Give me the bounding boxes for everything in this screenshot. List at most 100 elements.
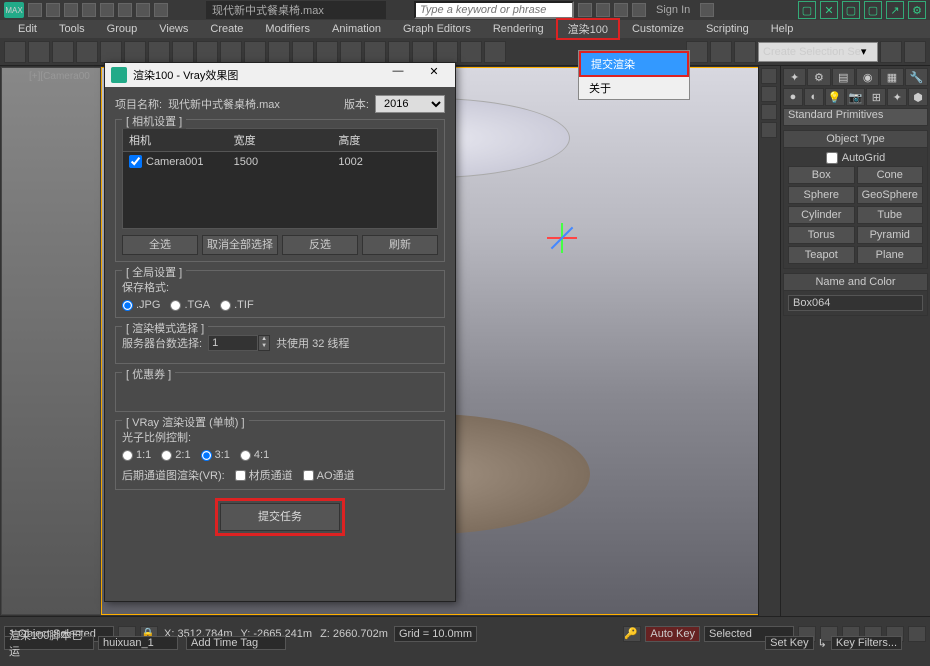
subcat-icon[interactable]: ✦ xyxy=(887,88,907,106)
workspace-icon[interactable]: ▢ xyxy=(798,1,816,19)
menu-grapheditors[interactable]: Graph Editors xyxy=(393,22,481,36)
camera-row[interactable]: Camera001 1500 1002 xyxy=(123,152,437,171)
tool-button[interactable] xyxy=(388,41,410,63)
key-filters[interactable]: Key Filters... xyxy=(831,636,902,650)
toolbar-icon[interactable] xyxy=(700,3,714,17)
dropdown-about[interactable]: 关于 xyxy=(579,77,689,99)
tool-button[interactable] xyxy=(52,41,74,63)
tool-button[interactable] xyxy=(4,41,26,63)
menu-render100[interactable]: 渲染100 xyxy=(556,18,620,40)
select-all-button[interactable]: 全选 xyxy=(122,235,198,255)
key-icon[interactable]: 🔑 xyxy=(623,626,641,642)
mat-channel-checkbox[interactable] xyxy=(235,470,246,481)
cmd-tab-display[interactable]: ▦ xyxy=(880,68,903,86)
setkey-button[interactable]: Set Key xyxy=(765,636,814,650)
menu-group[interactable]: Group xyxy=(97,22,148,36)
autokey-button[interactable]: Auto Key xyxy=(645,626,700,642)
toolbar-icon[interactable] xyxy=(578,3,592,17)
tool-button[interactable] xyxy=(148,41,170,63)
obj-plane[interactable]: Plane xyxy=(857,246,924,264)
tool-button[interactable] xyxy=(412,41,434,63)
side-icon[interactable] xyxy=(761,86,777,102)
tool-button[interactable] xyxy=(710,41,732,63)
tool-button[interactable] xyxy=(28,41,50,63)
deselect-all-button[interactable]: 取消全部选择 xyxy=(202,235,278,255)
tool-button[interactable] xyxy=(880,41,902,63)
autogrid-checkbox[interactable] xyxy=(826,152,838,164)
workspace-icon[interactable]: ✕ xyxy=(820,1,838,19)
subcat-icon[interactable]: 📷 xyxy=(846,88,866,106)
subcat-icon[interactable]: ⊞ xyxy=(866,88,886,106)
maxscript-input[interactable]: huixuan_1 xyxy=(98,636,178,650)
version-select[interactable]: 2016 xyxy=(375,95,445,113)
tool-button[interactable] xyxy=(268,41,290,63)
rollout-header[interactable]: Object Type xyxy=(784,131,927,148)
cmd-tab-modify[interactable]: ⚙ xyxy=(807,68,830,86)
tool-button[interactable] xyxy=(340,41,362,63)
menu-customize[interactable]: Customize xyxy=(622,22,694,36)
subcat-icon[interactable]: ⬢ xyxy=(908,88,928,106)
tool-button[interactable] xyxy=(124,41,146,63)
tool-button[interactable] xyxy=(734,41,756,63)
workspace-icon[interactable]: ⚙ xyxy=(908,1,926,19)
rollout-header[interactable]: Name and Color xyxy=(784,274,927,291)
cmd-tab-hierarchy[interactable]: ▤ xyxy=(832,68,855,86)
menu-views[interactable]: Views xyxy=(149,22,198,36)
toolbar-icon[interactable] xyxy=(154,3,168,17)
time-tag[interactable]: Add Time Tag xyxy=(186,636,286,650)
tool-button[interactable] xyxy=(100,41,122,63)
tool-button[interactable] xyxy=(436,41,458,63)
selection-set-combo[interactable]: Create Selection Se ▾ xyxy=(758,42,878,62)
sign-in-link[interactable]: Sign In xyxy=(650,4,696,16)
tool-button[interactable] xyxy=(460,41,482,63)
cmd-tab-motion[interactable]: ◉ xyxy=(856,68,879,86)
menu-rendering[interactable]: Rendering xyxy=(483,22,554,36)
obj-cylinder[interactable]: Cylinder xyxy=(788,206,855,224)
fmt-jpg-radio[interactable] xyxy=(122,300,133,311)
tool-button[interactable] xyxy=(364,41,386,63)
obj-box[interactable]: Box xyxy=(788,166,855,184)
fmt-tga-radio[interactable] xyxy=(170,300,181,311)
menu-animation[interactable]: Animation xyxy=(322,22,391,36)
tool-button[interactable] xyxy=(76,41,98,63)
tool-button[interactable] xyxy=(196,41,218,63)
side-icon[interactable] xyxy=(761,122,777,138)
menu-tools[interactable]: Tools xyxy=(49,22,95,36)
toolbar-icon[interactable] xyxy=(614,3,628,17)
key-icon[interactable]: ↳ xyxy=(818,637,827,650)
menu-create[interactable]: Create xyxy=(200,22,253,36)
toolbar-icon[interactable] xyxy=(82,3,96,17)
search-input[interactable] xyxy=(414,1,574,19)
obj-cone[interactable]: Cone xyxy=(857,166,924,184)
refresh-button[interactable]: 刷新 xyxy=(362,235,438,255)
close-button[interactable]: ✕ xyxy=(419,65,449,85)
camera-checkbox[interactable] xyxy=(129,155,142,168)
cmd-tab-utilities[interactable]: 🔧 xyxy=(905,68,928,86)
side-icon[interactable] xyxy=(761,104,777,120)
dropdown-submit-render[interactable]: 提交渲染 xyxy=(579,51,689,77)
menu-modifiers[interactable]: Modifiers xyxy=(255,22,320,36)
server-count-input[interactable] xyxy=(208,335,258,351)
ratio-41-radio[interactable] xyxy=(240,450,251,461)
tool-button[interactable] xyxy=(220,41,242,63)
tool-button[interactable] xyxy=(316,41,338,63)
obj-torus[interactable]: Torus xyxy=(788,226,855,244)
tool-button[interactable] xyxy=(292,41,314,63)
toolbar-icon[interactable] xyxy=(118,3,132,17)
obj-sphere[interactable]: Sphere xyxy=(788,186,855,204)
obj-geosphere[interactable]: GeoSphere xyxy=(857,186,924,204)
obj-tube[interactable]: Tube xyxy=(857,206,924,224)
workspace-icon[interactable]: ↗ xyxy=(886,1,904,19)
cmd-tab-create[interactable]: ✦ xyxy=(783,68,806,86)
ao-channel-checkbox[interactable] xyxy=(303,470,314,481)
ratio-31-radio[interactable] xyxy=(201,450,212,461)
toolbar-icon[interactable] xyxy=(136,3,150,17)
workspace-icon[interactable]: ▢ xyxy=(842,1,860,19)
viewport-left[interactable] xyxy=(1,67,101,615)
invert-button[interactable]: 反选 xyxy=(282,235,358,255)
nav-button[interactable] xyxy=(908,626,926,642)
category-combo[interactable]: Standard Primitives xyxy=(783,108,928,126)
ratio-11-radio[interactable] xyxy=(122,450,133,461)
obj-teapot[interactable]: Teapot xyxy=(788,246,855,264)
toolbar-icon[interactable] xyxy=(100,3,114,17)
